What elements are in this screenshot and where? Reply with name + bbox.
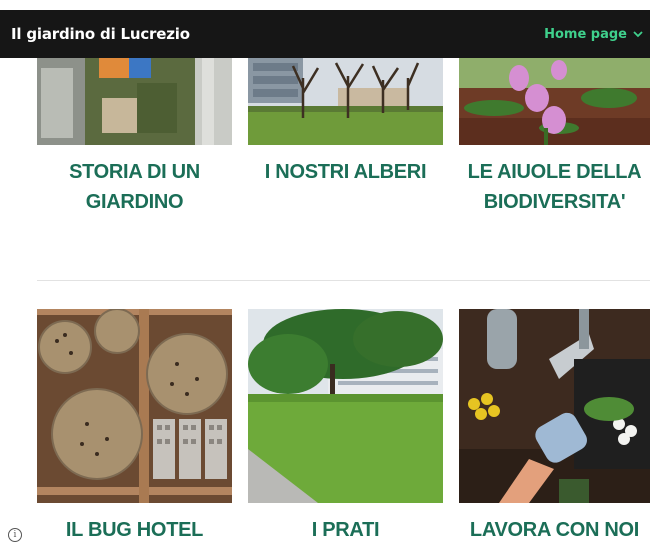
card-storia-title-line-1[interactable]: STORIA DI UN [37,157,232,187]
top-navigation-bar: Il giardino di Lucrezio Home page [0,10,650,58]
section-divider [37,280,650,281]
site-title[interactable]: Il giardino di Lucrezio [0,25,190,43]
foxglove-flowers-image[interactable] [459,58,650,145]
card-bug-hotel-title[interactable]: IL BUG HOTEL [37,515,232,544]
card-aiuole-title-line-2[interactable]: BIODIVERSITA' [459,187,650,217]
info-icon[interactable]: i [8,528,22,542]
card-aiuole-title-line-1[interactable]: LE AIUOLE DELLA [459,157,650,187]
chevron-down-icon[interactable] [632,28,644,40]
card-lavora-title[interactable]: LAVORA CON NOI [459,515,650,544]
home-page-menu-label[interactable]: Home page [544,27,627,42]
trees-image[interactable] [248,58,443,145]
garden-aerial-image[interactable] [37,58,232,145]
home-page-menu[interactable]: Home page [544,27,650,42]
bug-hotel-image[interactable] [37,309,232,503]
card-prati-title[interactable]: I PRATI [248,515,443,544]
meadow-image[interactable] [248,309,443,503]
gardening-tools-image[interactable] [459,309,650,503]
card-aiuole-title[interactable]: LE AIUOLE DELLA BIODIVERSITA' [459,157,650,217]
card-storia-title-line-2[interactable]: GIARDINO [37,187,232,217]
card-storia-title[interactable]: STORIA DI UN GIARDINO [37,157,232,217]
card-alberi-title[interactable]: I NOSTRI ALBERI [248,157,443,187]
